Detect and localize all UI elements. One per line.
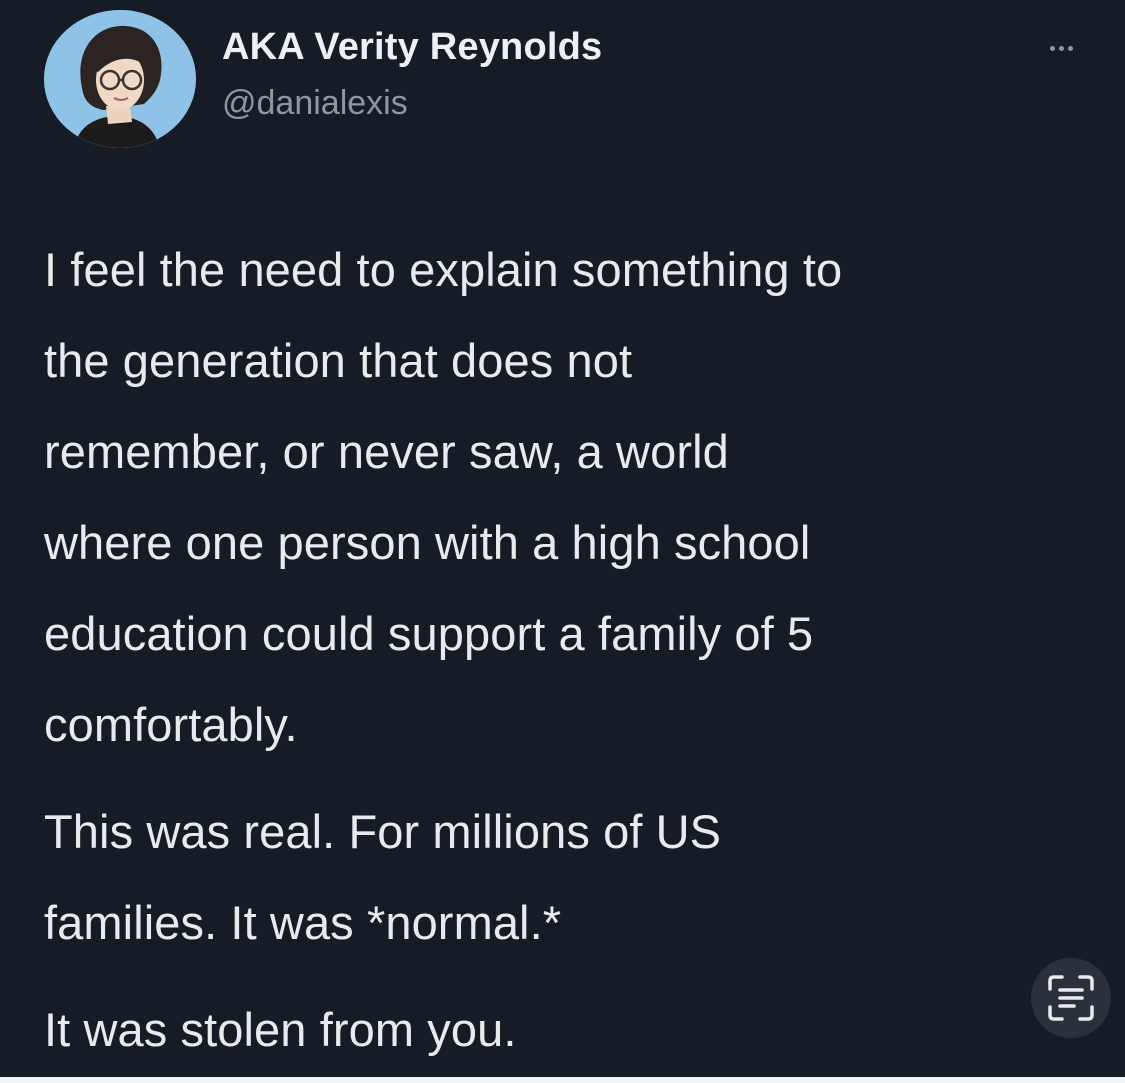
tweet-card: AKA Verity Reynolds @danialexis I feel t…	[0, 0, 1125, 1083]
tweet-text-line: This was real. For millions of US	[44, 805, 722, 858]
tweet-text-line: where one person with a high school	[44, 516, 811, 569]
tweet-text-line: comfortably.	[44, 698, 298, 751]
author-display-name[interactable]: AKA Verity Reynolds	[222, 26, 602, 69]
tweet-text-line: education could support a family of 5	[44, 607, 814, 660]
more-horizontal-icon	[1049, 45, 1055, 51]
author-handle[interactable]: @danialexis	[222, 84, 408, 123]
tweet-text-line: the generation that does not	[44, 334, 633, 387]
live-text-scan-icon	[1048, 975, 1094, 1021]
more-dot	[1058, 45, 1064, 51]
tweet-text-line: remember, or never saw, a world	[44, 425, 729, 478]
tweet-text: I feel the need to explain something to …	[44, 224, 1104, 1075]
tweet-text-line: It was stolen from you.	[44, 1003, 517, 1056]
live-text-button[interactable]	[1031, 958, 1111, 1038]
bottom-border	[0, 1077, 1125, 1083]
tweet-text-line: families. It was *normal.*	[44, 896, 562, 949]
more-dot	[1067, 45, 1073, 51]
more-options-button[interactable]	[1036, 36, 1086, 60]
avatar-illustration	[44, 10, 196, 148]
tweet-text-line: I feel the need to explain something to	[44, 243, 843, 296]
avatar[interactable]	[44, 10, 196, 148]
